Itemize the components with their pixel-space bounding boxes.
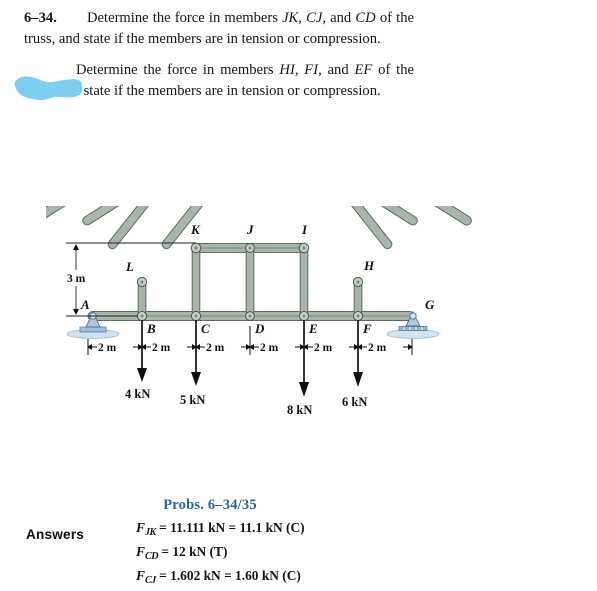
height-dimension-label: 3 m [67,273,86,285]
joint-label-G: G [425,297,435,312]
paragraph-2-members-2: EF [354,62,373,78]
answer-value-1: = 11.111 kN = 11.1 kN (C) [155,520,305,535]
load-arrows: 4 kN 5 kN 8 kN 6 kN [125,320,367,417]
answer-line-1: FJK = 11.111 kN = 11.1 kN (C) [136,518,305,542]
load-label-F: 6 kN [342,395,367,409]
paragraph-1-members-2: CD [355,10,376,26]
panel-dimension-2: 2 m [152,342,171,354]
load-label-E: 8 kN [287,403,312,417]
panel-dimension-6: 2 m [368,342,387,354]
joint-label-L: L [125,259,134,274]
paragraph-1-members: JK, CJ, [282,10,326,26]
paragraph-2-members: HI, FI, [279,62,322,78]
answer-subscript-3: CJ [144,574,156,586]
answer-line-3: FCJ = 1.602 kN = 1.60 kN (C) [136,566,305,590]
figure-caption: Probs. 6–34/35 [163,497,257,513]
joint-label-D: D [254,321,265,336]
paragraph-2-mid: and [321,62,355,78]
answer-symbol-1: F [136,520,145,535]
panel-dimension-3: 2 m [206,342,225,354]
answers-label: Answers [26,527,85,542]
answer-lines: FJK = 11.111 kN = 11.1 kN (C) FCD = 12 k… [136,518,305,589]
joint-label-J: J [246,222,254,237]
answer-line-2: FCD = 12 kN (T) [136,542,305,566]
answer-value-2: = 12 kN (T) [158,543,228,559]
load-label-C: 5 kN [180,393,205,407]
panel-dimension-1: 2 m [98,342,117,354]
load-label-B: 4 kN [125,387,150,401]
paragraph-2-lead: Determine the force in members [76,62,280,78]
problem-paragraph-2: Determine the force in members HI, FI, a… [24,60,414,101]
paragraph-1-mid: and [325,10,356,26]
joint-label-I: I [301,222,308,237]
joint-label-F: F [362,321,372,336]
problem-statement-block: 6–34. Determine the force in members JK,… [24,8,414,108]
joint-label-H: H [363,258,375,273]
truss-members [46,206,472,322]
joint-label-C: C [201,321,210,336]
answer-value-3: = 1.602 kN = 1.60 kN (C) [155,567,301,583]
joint-label-B: B [146,321,156,336]
joint-label-A: A [80,297,90,312]
answer-symbol-3: F [136,567,145,583]
panel-dimension-4: 2 m [260,342,279,354]
joint-label-K: K [190,222,201,237]
answer-subscript-2: CD [144,550,159,562]
paragraph-1-lead: Determine the force in members [87,10,283,26]
problem-number: 6–34. [24,10,57,26]
problem-paragraph-1: 6–34. Determine the force in members JK,… [24,8,414,49]
answer-symbol-2: F [136,543,145,559]
panel-dimension-5: 2 m [314,342,333,354]
joint-label-E: E [308,321,318,336]
answer-subscript-1: JK [144,526,156,538]
truss-diagram: .mem { stroke:#5c6b5f; stroke-width:1.0;… [46,206,472,417]
